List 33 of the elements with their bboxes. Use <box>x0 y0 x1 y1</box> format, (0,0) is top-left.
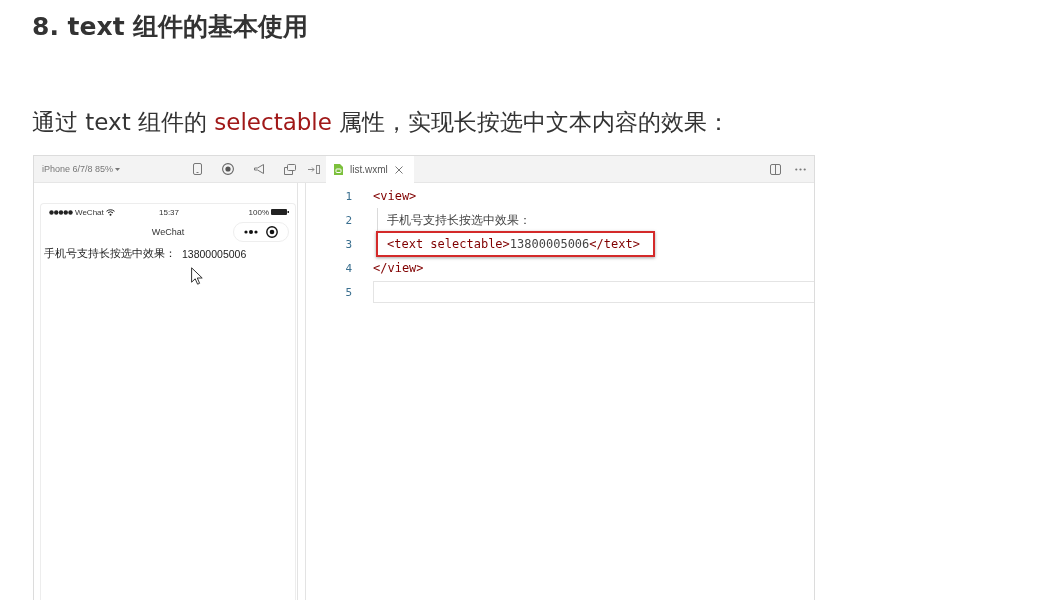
line-number: 3 <box>344 237 352 251</box>
line-number: 5 <box>344 285 352 299</box>
device-selector[interactable]: iPhone 6/7/8 85% <box>42 164 121 174</box>
windows-icon[interactable] <box>284 163 296 175</box>
line-number: 4 <box>344 261 352 275</box>
intro-paragraph: 通过 text 组件的 selectable 属性，实现长按选中文本内容的效果： <box>32 108 731 136</box>
cursor-icon <box>191 267 203 285</box>
line-number: 1 <box>344 189 352 203</box>
file-tab[interactable]: list.wxml <box>326 156 414 183</box>
battery-icon <box>271 209 289 215</box>
status-time: 15:37 <box>159 207 179 217</box>
code-line: 手机号支持长按选中效果： <box>377 208 531 232</box>
phone-number-text: 13800005006 <box>182 248 247 260</box>
signal-icon <box>49 209 73 215</box>
split-view-icon[interactable] <box>770 163 781 175</box>
wifi-icon <box>105 208 115 216</box>
content-label: 手机号支持长按选中效果： <box>44 247 176 261</box>
nav-title: WeChat <box>151 227 185 237</box>
caret-icon <box>115 167 121 171</box>
file-icon <box>334 164 343 175</box>
carrier-name: WeChat <box>75 207 104 217</box>
code-line: </view> <box>373 260 424 277</box>
section-heading: 8. text 组件的基本使用 <box>32 11 309 42</box>
speaker-icon[interactable] <box>254 164 264 174</box>
line-number: 2 <box>344 213 352 227</box>
code-line: <view> <box>373 188 417 205</box>
battery-level: 100% <box>248 207 269 217</box>
phone-icon[interactable] <box>193 163 202 175</box>
record-icon[interactable] <box>222 163 234 175</box>
target-icon[interactable] <box>266 226 278 238</box>
collapse-icon[interactable] <box>308 164 320 174</box>
close-icon[interactable] <box>394 165 403 174</box>
more-icon[interactable] <box>244 230 258 234</box>
